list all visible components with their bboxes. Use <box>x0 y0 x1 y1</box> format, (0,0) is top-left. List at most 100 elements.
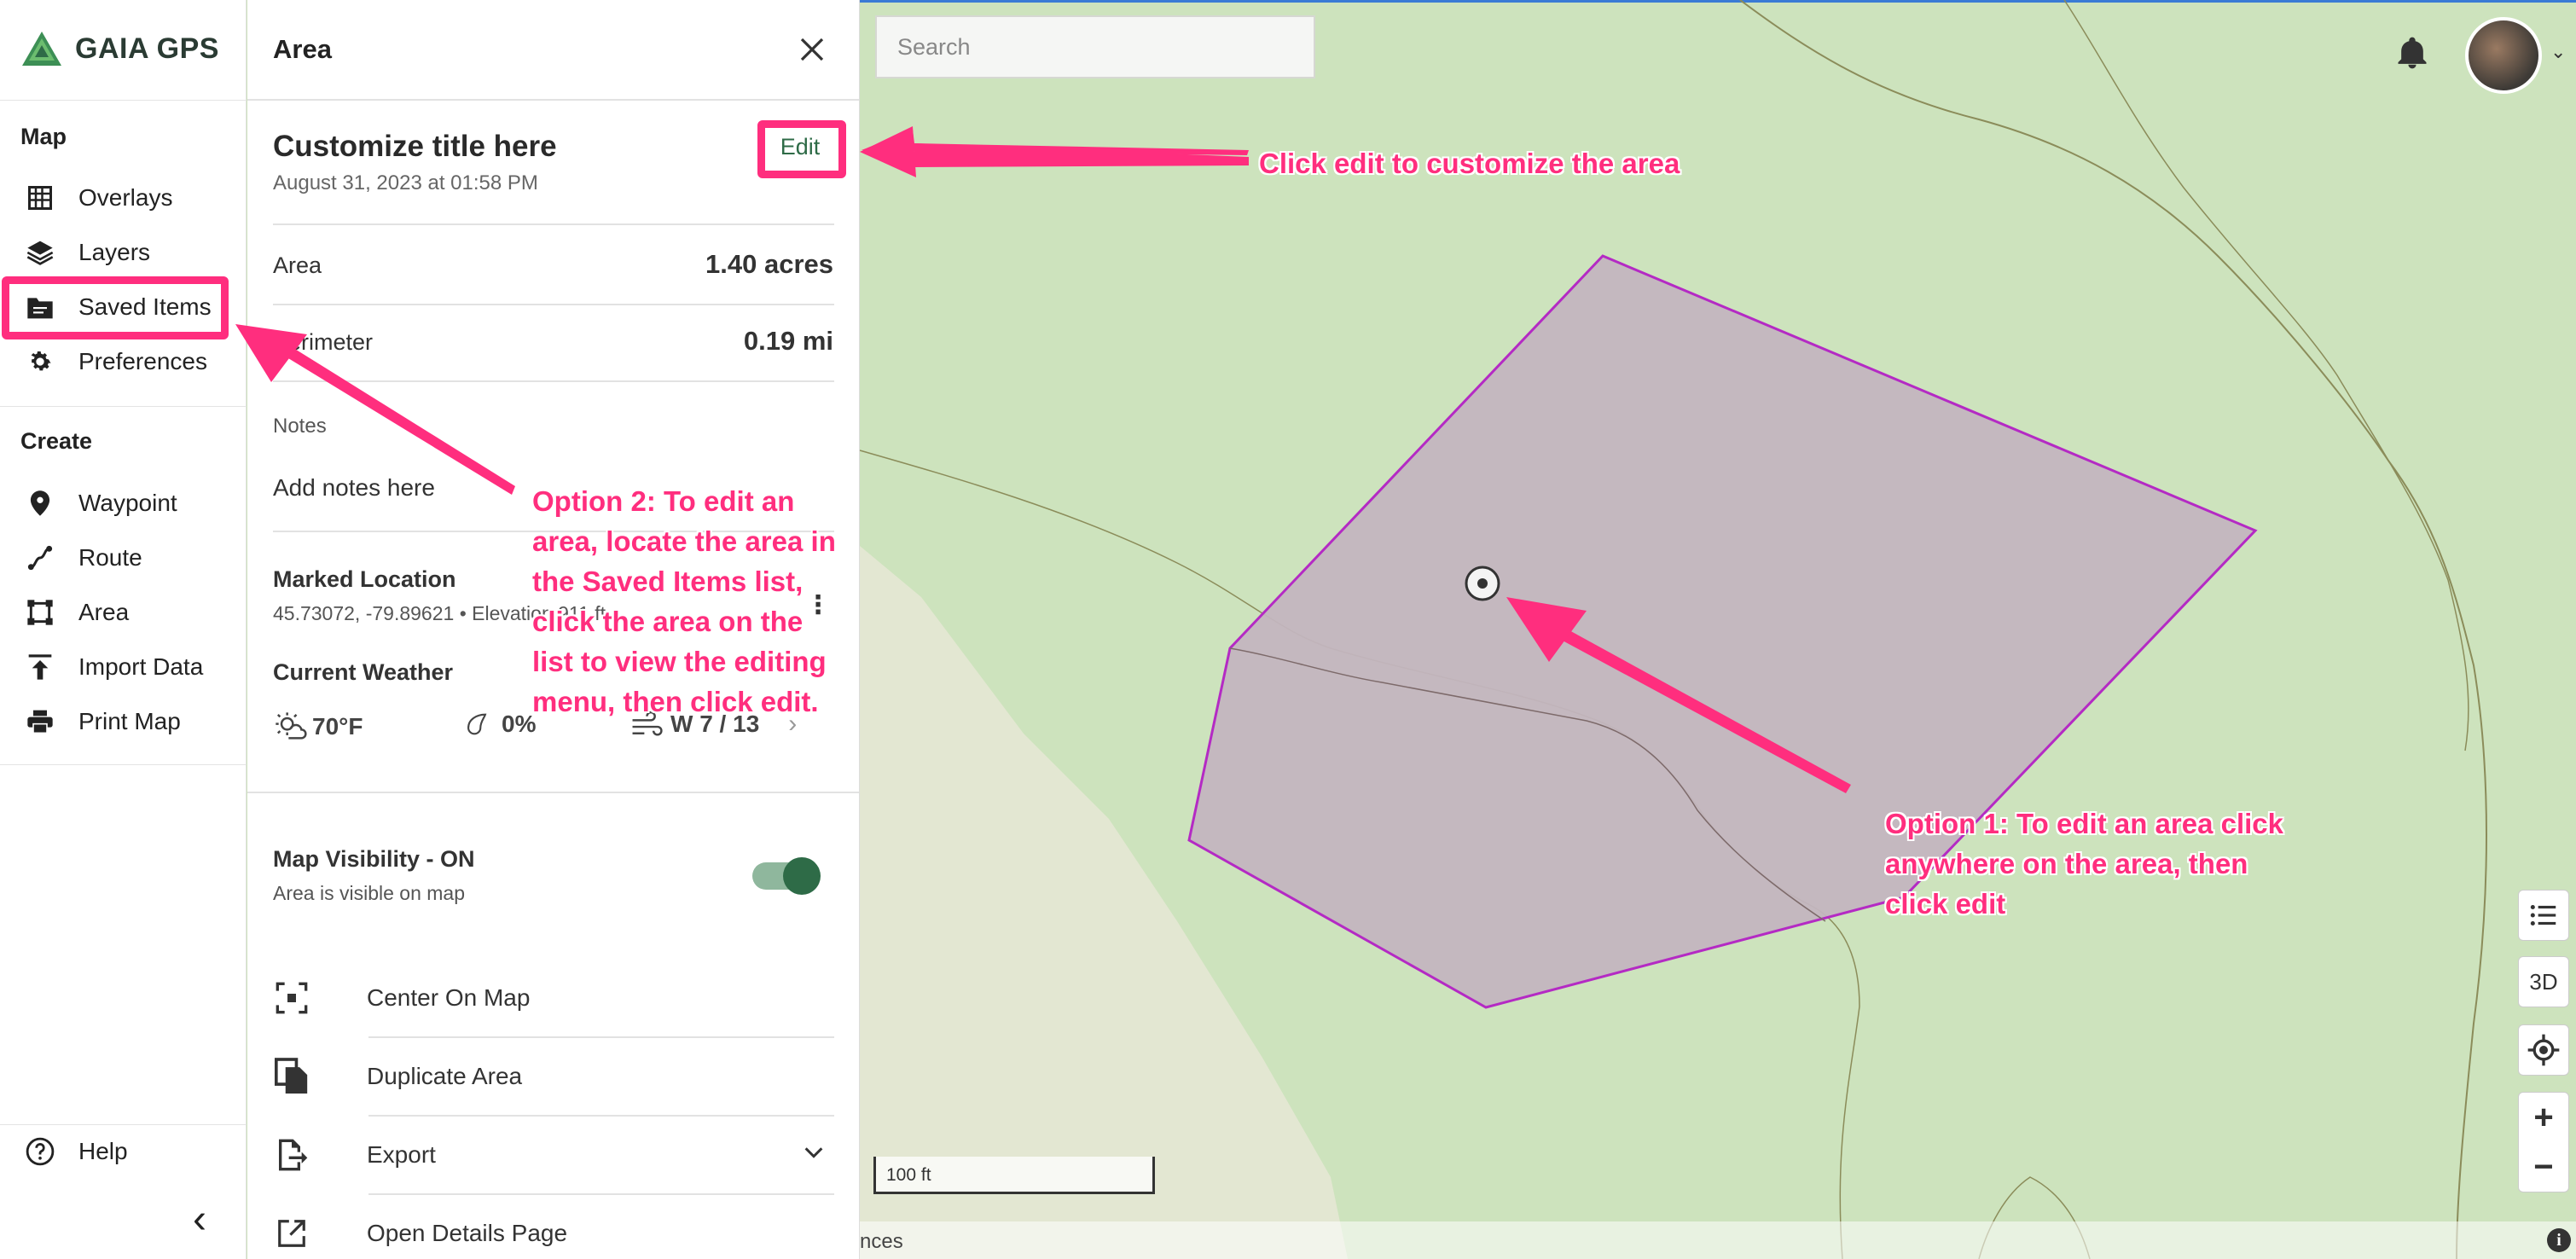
perimeter-value: 0.19 mi <box>743 326 833 356</box>
nav-item-layers[interactable]: Layers <box>12 229 234 276</box>
zoom-in-button[interactable]: + <box>2533 1093 2553 1142</box>
action-label: Open Details Page <box>367 1220 568 1246</box>
annotation-line: area, locate the area in <box>532 525 836 557</box>
divider <box>0 1124 247 1125</box>
area-value: 1.40 acres <box>705 249 833 279</box>
partly-sunny-icon <box>276 712 307 740</box>
map-visibility-sub: Area is visible on map <box>273 882 465 904</box>
attribution-text: nces <box>860 1230 903 1253</box>
nav-heading-map: Map <box>20 124 67 149</box>
scale-bar: 100 ft <box>873 1157 1155 1194</box>
locate-me-button[interactable] <box>2518 1024 2569 1076</box>
notifications-bell-icon[interactable] <box>2393 34 2431 72</box>
route-icon <box>26 543 55 572</box>
layers-icon <box>26 238 55 267</box>
printer-icon <box>26 707 55 736</box>
crosshair-icon <box>2527 1034 2560 1066</box>
nav-item-import-data[interactable]: Import Data <box>12 643 234 691</box>
center-icon <box>273 979 310 1017</box>
nav-item-label: Print Map <box>78 708 181 734</box>
collapse-nav-button[interactable]: ‹ <box>193 1199 206 1240</box>
left-nav: GAIA GPS Map Overlays Layers Saved Items… <box>0 0 247 1259</box>
zoom-controls: + − <box>2518 1092 2569 1192</box>
toggle-knob <box>783 857 821 895</box>
annotation-line: click edit <box>1885 888 2006 920</box>
annotation-option-1: Option 1: To edit an area click anywhere… <box>1885 804 2283 924</box>
gaia-logo-icon <box>22 32 61 66</box>
divider <box>0 764 247 765</box>
area-date: August 31, 2023 at 01:58 PM <box>273 171 538 194</box>
nav-item-help[interactable]: Help <box>12 1128 234 1175</box>
annotation-option-2: Option 2: To edit an area, locate the ar… <box>532 481 836 722</box>
export-icon <box>273 1136 310 1174</box>
annotation-line: the Saved Items list, <box>532 566 804 597</box>
chevron-down-icon[interactable] <box>802 1140 826 1170</box>
notes-label: Notes <box>273 415 327 438</box>
weather-temp-value: 70°F <box>312 713 363 740</box>
nav-item-label: Area <box>78 599 130 625</box>
notes-field[interactable]: Add notes here <box>273 474 435 502</box>
open-details-page-action[interactable]: Open Details Page <box>273 1195 834 1259</box>
grid-icon <box>26 183 55 212</box>
annotation-line: Option 2: To edit an <box>532 485 795 517</box>
chevron-down-icon[interactable]: ⌄ <box>2550 41 2566 63</box>
center-on-map-action[interactable]: Center On Map <box>273 960 834 1036</box>
duplicate-area-action[interactable]: Duplicate Area <box>273 1038 834 1115</box>
weather-precip: 0% <box>462 710 536 739</box>
nav-item-preferences[interactable]: Preferences <box>12 338 234 386</box>
annotation-line: anywhere on the area, then <box>1885 848 2248 879</box>
nav-item-label: Layers <box>78 239 151 265</box>
nav-item-label: Overlays <box>78 184 173 211</box>
annotation-line: list to view the editing <box>532 646 827 677</box>
app-logo[interactable]: GAIA GPS <box>19 27 219 70</box>
divider <box>0 406 247 407</box>
search-input[interactable]: Search <box>875 15 1315 78</box>
nav-item-label: Preferences <box>78 348 207 374</box>
list-icon <box>2530 904 2556 926</box>
annotation-highlight-saved-items <box>2 276 229 339</box>
external-link-icon <box>273 1215 310 1252</box>
pin-icon <box>26 489 55 518</box>
upload-icon <box>26 653 55 682</box>
scale-label: 100 ft <box>886 1165 931 1185</box>
close-icon <box>800 38 824 61</box>
raindrop-icon <box>467 713 487 735</box>
divider <box>273 304 834 305</box>
nav-item-route[interactable]: Route <box>12 534 234 582</box>
annotation-line: Option 1: To edit an area click <box>1885 808 2283 839</box>
action-label: Duplicate Area <box>367 1063 523 1089</box>
help-icon <box>26 1137 55 1166</box>
weather-temp: 70°F <box>273 710 363 744</box>
nav-item-print-map[interactable]: Print Map <box>12 698 234 746</box>
list-view-button[interactable] <box>2518 890 2569 941</box>
area-icon <box>26 598 55 627</box>
zoom-out-button[interactable]: − <box>2533 1142 2553 1192</box>
annotation-highlight-edit <box>757 120 846 178</box>
annotation-edit-hint: Click edit to customize the area <box>1259 148 1680 179</box>
map-visibility-toggle[interactable] <box>752 857 821 895</box>
action-label: Center On Map <box>367 984 531 1011</box>
nav-item-area[interactable]: Area <box>12 589 234 636</box>
info-icon[interactable]: i <box>2547 1228 2571 1252</box>
current-weather-title: Current Weather <box>273 659 454 685</box>
divider <box>0 100 247 101</box>
export-action[interactable]: Export <box>273 1117 834 1193</box>
nav-heading-create: Create <box>20 428 93 454</box>
nav-item-label: Import Data <box>78 653 204 680</box>
nav-item-label: Waypoint <box>78 490 177 516</box>
nav-item-overlays[interactable]: Overlays <box>12 174 234 222</box>
divider <box>247 792 859 793</box>
3d-toggle-button[interactable]: 3D <box>2518 956 2569 1007</box>
nav-item-waypoint[interactable]: Waypoint <box>12 479 234 527</box>
annotation-line: click the area on the <box>532 606 804 637</box>
user-avatar[interactable] <box>2465 17 2542 94</box>
nav-item-label: Help <box>78 1138 128 1164</box>
close-button[interactable] <box>793 31 831 68</box>
divider <box>273 380 834 382</box>
area-label: Area <box>273 252 322 278</box>
divider <box>247 99 859 101</box>
marked-location-title: Marked Location <box>273 566 456 592</box>
weather-precip-value: 0% <box>502 711 537 737</box>
annotation-line: menu, then click edit. <box>532 686 819 717</box>
map-attribution: nces i <box>860 1221 2576 1259</box>
